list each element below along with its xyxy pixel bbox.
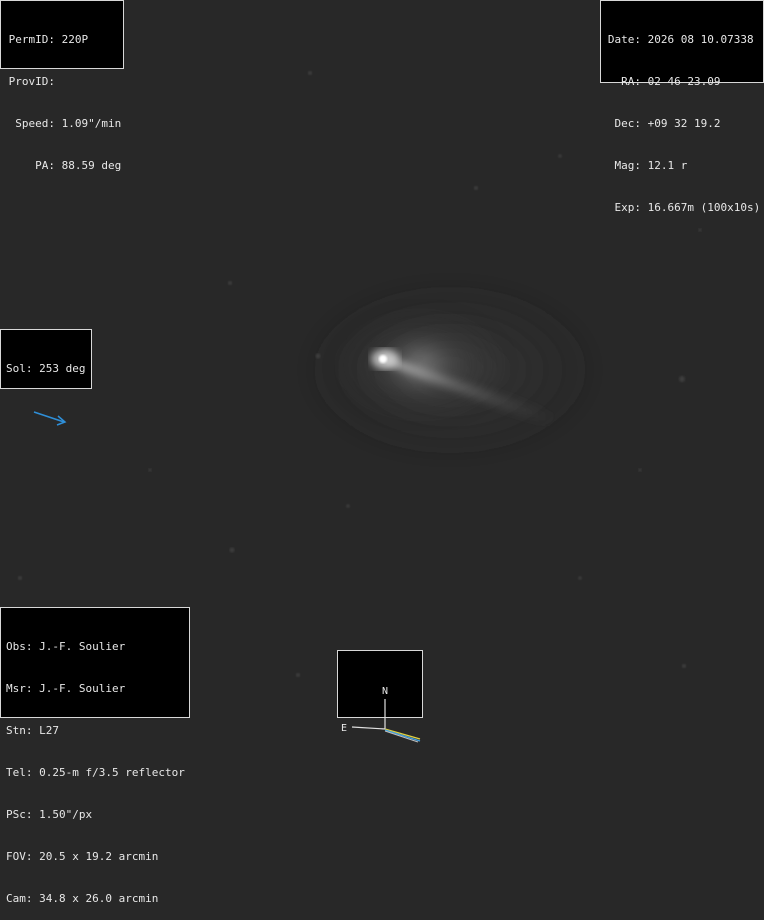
sol-value: 253 deg	[39, 362, 86, 375]
arrow-icon	[33, 411, 67, 426]
ra-value: 02 46 23.09	[647, 75, 721, 88]
permid-label: PermID:	[8, 33, 55, 46]
obs-row: Obs: J.-F. Soulier	[6, 640, 184, 654]
permid-row: PermID: 220P	[6, 33, 118, 47]
date-value: 2026 08 10.07338	[647, 33, 754, 46]
compass-panel: N E	[337, 650, 423, 743]
msr-label: Msr:	[6, 682, 33, 695]
stn-value: L27	[39, 724, 59, 737]
permid-value: 220P	[61, 33, 89, 46]
comet-coma	[330, 310, 510, 420]
observation-panel: Obs: J.-F. Soulier Msr: J.-F. Soulier St…	[0, 607, 190, 905]
sun-direction-panel: Sol: 253 deg	[0, 329, 92, 426]
provid-row: ProvID:	[6, 75, 118, 89]
cam-value: 34.8 x 26.0 arcmin	[39, 892, 159, 905]
provid-label: ProvID:	[8, 75, 55, 88]
exp-label: Exp:	[614, 201, 642, 214]
mag-row: Mag: 12.1 r	[606, 159, 758, 173]
pa-label: PA:	[35, 159, 55, 172]
msr-value: J.-F. Soulier	[39, 682, 126, 695]
date-label: Date:	[607, 33, 641, 46]
dec-value: +09 32 19.2	[647, 117, 721, 130]
fov-value: 20.5 x 19.2 arcmin	[39, 850, 159, 863]
dec-row: Dec: +09 32 19.2	[606, 117, 758, 131]
fov-label: FOV:	[6, 850, 33, 863]
cam-row: Cam: 34.8 x 26.0 arcmin	[6, 892, 184, 906]
dec-label: Dec:	[614, 117, 642, 130]
mag-value: 12.1 r	[647, 159, 688, 172]
compass-north-label: N	[382, 686, 388, 697]
speed-row: Speed: 1.09"/min	[6, 117, 121, 131]
object-info-panel: PermID: 220P ProvID: Speed: 1.09"/min PA…	[0, 0, 124, 172]
ra-label: RA:	[621, 75, 641, 88]
tel-row: Tel: 0.25-m f/3.5 reflector	[6, 766, 185, 780]
obs-label: Obs:	[6, 640, 33, 653]
psc-row: PSc: 1.50"/px	[6, 808, 184, 822]
motion-vector	[384, 728, 421, 740]
speed-value: 1.09"/min	[61, 117, 122, 130]
ephemeris-panel: Date: 2026 08 10.07338 RA: 02 46 23.09 D…	[600, 0, 764, 214]
exp-row: Exp: 16.667m (100x10s)	[606, 201, 761, 215]
msr-row: Msr: J.-F. Soulier	[6, 682, 184, 696]
fov-row: FOV: 20.5 x 19.2 arcmin	[6, 850, 184, 864]
tel-label: Tel:	[6, 766, 33, 779]
comet-nucleus	[379, 355, 387, 363]
date-row: Date: 2026 08 10.07338	[606, 33, 758, 47]
sun-vector	[384, 729, 421, 742]
psc-label: PSc:	[6, 808, 33, 821]
sol-row: Sol: 253 deg	[6, 362, 86, 376]
psc-value: 1.50"/px	[39, 808, 93, 821]
stn-row: Stn: L27	[6, 724, 184, 738]
pa-value: 88.59 deg	[61, 159, 122, 172]
sol-label: Sol:	[6, 362, 33, 375]
cam-label: Cam:	[6, 892, 33, 905]
mag-label: Mag:	[614, 159, 642, 172]
ra-row: RA: 02 46 23.09	[606, 75, 758, 89]
compass-east-label: E	[341, 723, 347, 734]
exp-value: 16.667m (100x10s)	[647, 201, 761, 214]
tel-value: 0.25-m f/3.5 reflector	[39, 766, 185, 779]
compass-icon: N E	[341, 686, 421, 743]
pa-row: PA: 88.59 deg	[6, 159, 121, 173]
stn-label: Stn:	[6, 724, 33, 737]
obs-value: J.-F. Soulier	[39, 640, 126, 653]
speed-label: Speed:	[15, 117, 55, 130]
